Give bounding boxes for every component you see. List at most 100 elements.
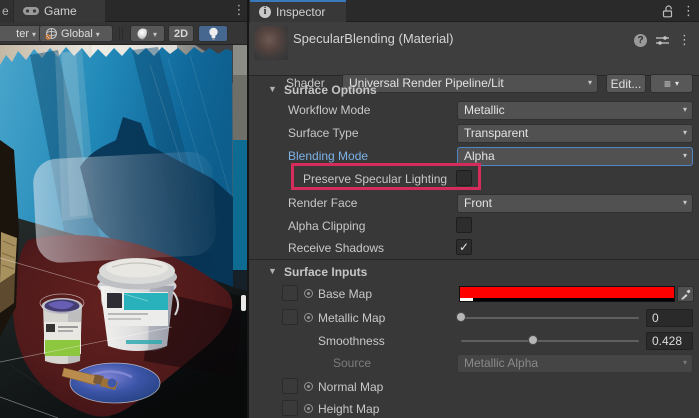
unity-editor-window: e Game ⋮ ter ▾ [0,0,699,418]
small-white-object [241,295,246,311]
scene-toolbar: ter ▾ Global ▾ [0,22,247,45]
base-map-color-field[interactable] [459,286,675,302]
material-title: SpecularBlending (Material) [293,31,453,46]
blending-mode-row: Blending Mode Alpha ▾ [249,146,699,166]
checkmark-icon: ✓ [459,240,469,254]
chevron-down-icon: ▾ [153,30,157,39]
smoothness-slider-track[interactable] [461,340,639,342]
unlock-icon[interactable] [662,5,674,18]
source-label: Source [333,356,371,370]
base-map-label: Base Map [318,287,372,301]
inspector-tabbar: i Inspector ⋮ [249,0,699,22]
source-dropdown: Metallic Alpha ▾ [457,354,693,373]
eyedropper-icon [680,289,691,300]
smoothness-value-field[interactable]: 0.428 [646,332,693,350]
normal-map-row: Normal Map [249,377,699,397]
chevron-down-icon: ▾ [683,358,687,367]
preserve-specular-checkbox[interactable] [456,170,472,186]
surface-type-row: Surface Type Transparent ▾ [249,123,699,143]
chevron-down-icon: ▾ [683,198,687,207]
scene-viewport-render[interactable] [0,45,247,418]
transparent-material-plane [32,151,217,264]
preserve-specular-row: Preserve Specular Lighting [249,169,699,189]
base-map-row: Base Map [249,284,699,304]
lightbulb-icon [208,27,219,41]
toolbar-separator [119,27,120,40]
render-face-label: Render Face [288,196,357,210]
chevron-down-icon: ▾ [683,105,687,114]
workflow-mode-label: Workflow Mode [288,103,370,117]
alpha-strip [460,298,674,301]
inspector-panel: i Inspector ⋮ SpecularBlending (Material… [249,0,699,418]
game-tab-label: Game [44,4,77,18]
receive-shadows-label: Receive Shadows [288,241,384,255]
chevron-down-icon: ▾ [683,151,687,160]
shaded-sphere-icon [136,27,150,41]
tab-inspector[interactable]: i Inspector [250,0,346,22]
white-bucket [97,258,178,351]
object-picker-icon[interactable] [304,313,313,322]
receive-shadows-checkbox[interactable]: ✓ [456,239,472,255]
base-map-texture-slot[interactable] [282,285,298,301]
tool-handle-orientation-button[interactable]: Global ▾ [39,25,113,42]
help-icon[interactable]: ? [634,34,647,47]
toggle-2d-button[interactable]: 2D [168,25,194,42]
surface-inputs-header[interactable]: ▼ Surface Inputs [249,263,699,283]
section-separator [249,259,699,260]
alpha-clipping-checkbox[interactable] [456,217,472,233]
render-face-dropdown[interactable]: Front ▾ [457,194,693,213]
smoothness-slider-knob[interactable] [528,335,538,345]
chevron-down-icon: ▾ [96,30,100,39]
workflow-mode-row: Workflow Mode Metallic ▾ [249,100,699,120]
inspector-menu-icon[interactable]: ⋮ [682,3,695,19]
presets-icon[interactable] [656,35,669,46]
eyedropper-button[interactable] [677,286,694,302]
scene-panel: e Game ⋮ ter ▾ [0,0,247,418]
scene-lighting-toggle-button[interactable] [198,25,228,42]
normal-map-label: Normal Map [318,380,383,394]
partial-tab-label: e [2,4,9,18]
scene-tabbar: e Game ⋮ [0,0,247,22]
shading-mode-button[interactable]: ▾ [130,25,165,42]
tool-handle-pivot-button[interactable]: ter ▾ [0,25,42,42]
height-map-label: Height Map [318,402,379,416]
blending-mode-dropdown[interactable]: Alpha ▾ [457,147,693,166]
tab-game[interactable]: Game [14,0,105,22]
height-map-texture-slot[interactable] [282,400,298,416]
foldout-triangle-icon: ▼ [268,266,277,276]
material-preview-thumbnail[interactable] [254,26,288,60]
height-map-row: Height Map [249,399,699,418]
normal-map-texture-slot[interactable] [282,378,298,394]
metallic-value-field[interactable]: 0 [646,309,693,327]
blending-mode-label: Blending Mode [288,149,368,163]
material-header: SpecularBlending (Material) ? ⋮ Shader U… [249,22,699,76]
info-icon: i [259,6,271,18]
object-picker-icon[interactable] [304,289,313,298]
alpha-clipping-row: Alpha Clipping [249,216,699,236]
receive-shadows-row: Receive Shadows ✓ [249,238,699,258]
material-menu-icon[interactable]: ⋮ [678,32,691,48]
object-picker-icon[interactable] [304,404,313,413]
metallic-slider-knob[interactable] [456,312,466,322]
surface-type-label: Surface Type [288,126,359,140]
foldout-triangle-icon: ▼ [268,84,277,94]
metallic-map-label: Metallic Map [318,311,385,325]
chevron-down-icon: ▾ [683,128,687,137]
alpha-clipping-label: Alpha Clipping [288,219,365,233]
object-picker-icon[interactable] [304,382,313,391]
metallic-slider-track[interactable] [461,317,639,319]
small-paint-can [40,294,84,364]
metallic-map-texture-slot[interactable] [282,309,298,325]
gamepad-icon [23,6,39,16]
chevron-down-icon: ▾ [32,30,36,39]
globe-icon [45,27,58,40]
inspector-tab-label: Inspector [276,5,325,19]
smoothness-label: Smoothness [318,334,385,348]
surface-options-header[interactable]: ▼ Surface Options [249,81,699,101]
surface-type-dropdown[interactable]: Transparent ▾ [457,124,693,143]
workflow-mode-dropdown[interactable]: Metallic ▾ [457,101,693,120]
render-face-row: Render Face Front ▾ [249,193,699,213]
scene-panel-menu-icon[interactable]: ⋮ [232,2,246,18]
preserve-specular-label: Preserve Specular Lighting [303,172,447,186]
partial-scene-tab[interactable]: e [0,0,13,22]
